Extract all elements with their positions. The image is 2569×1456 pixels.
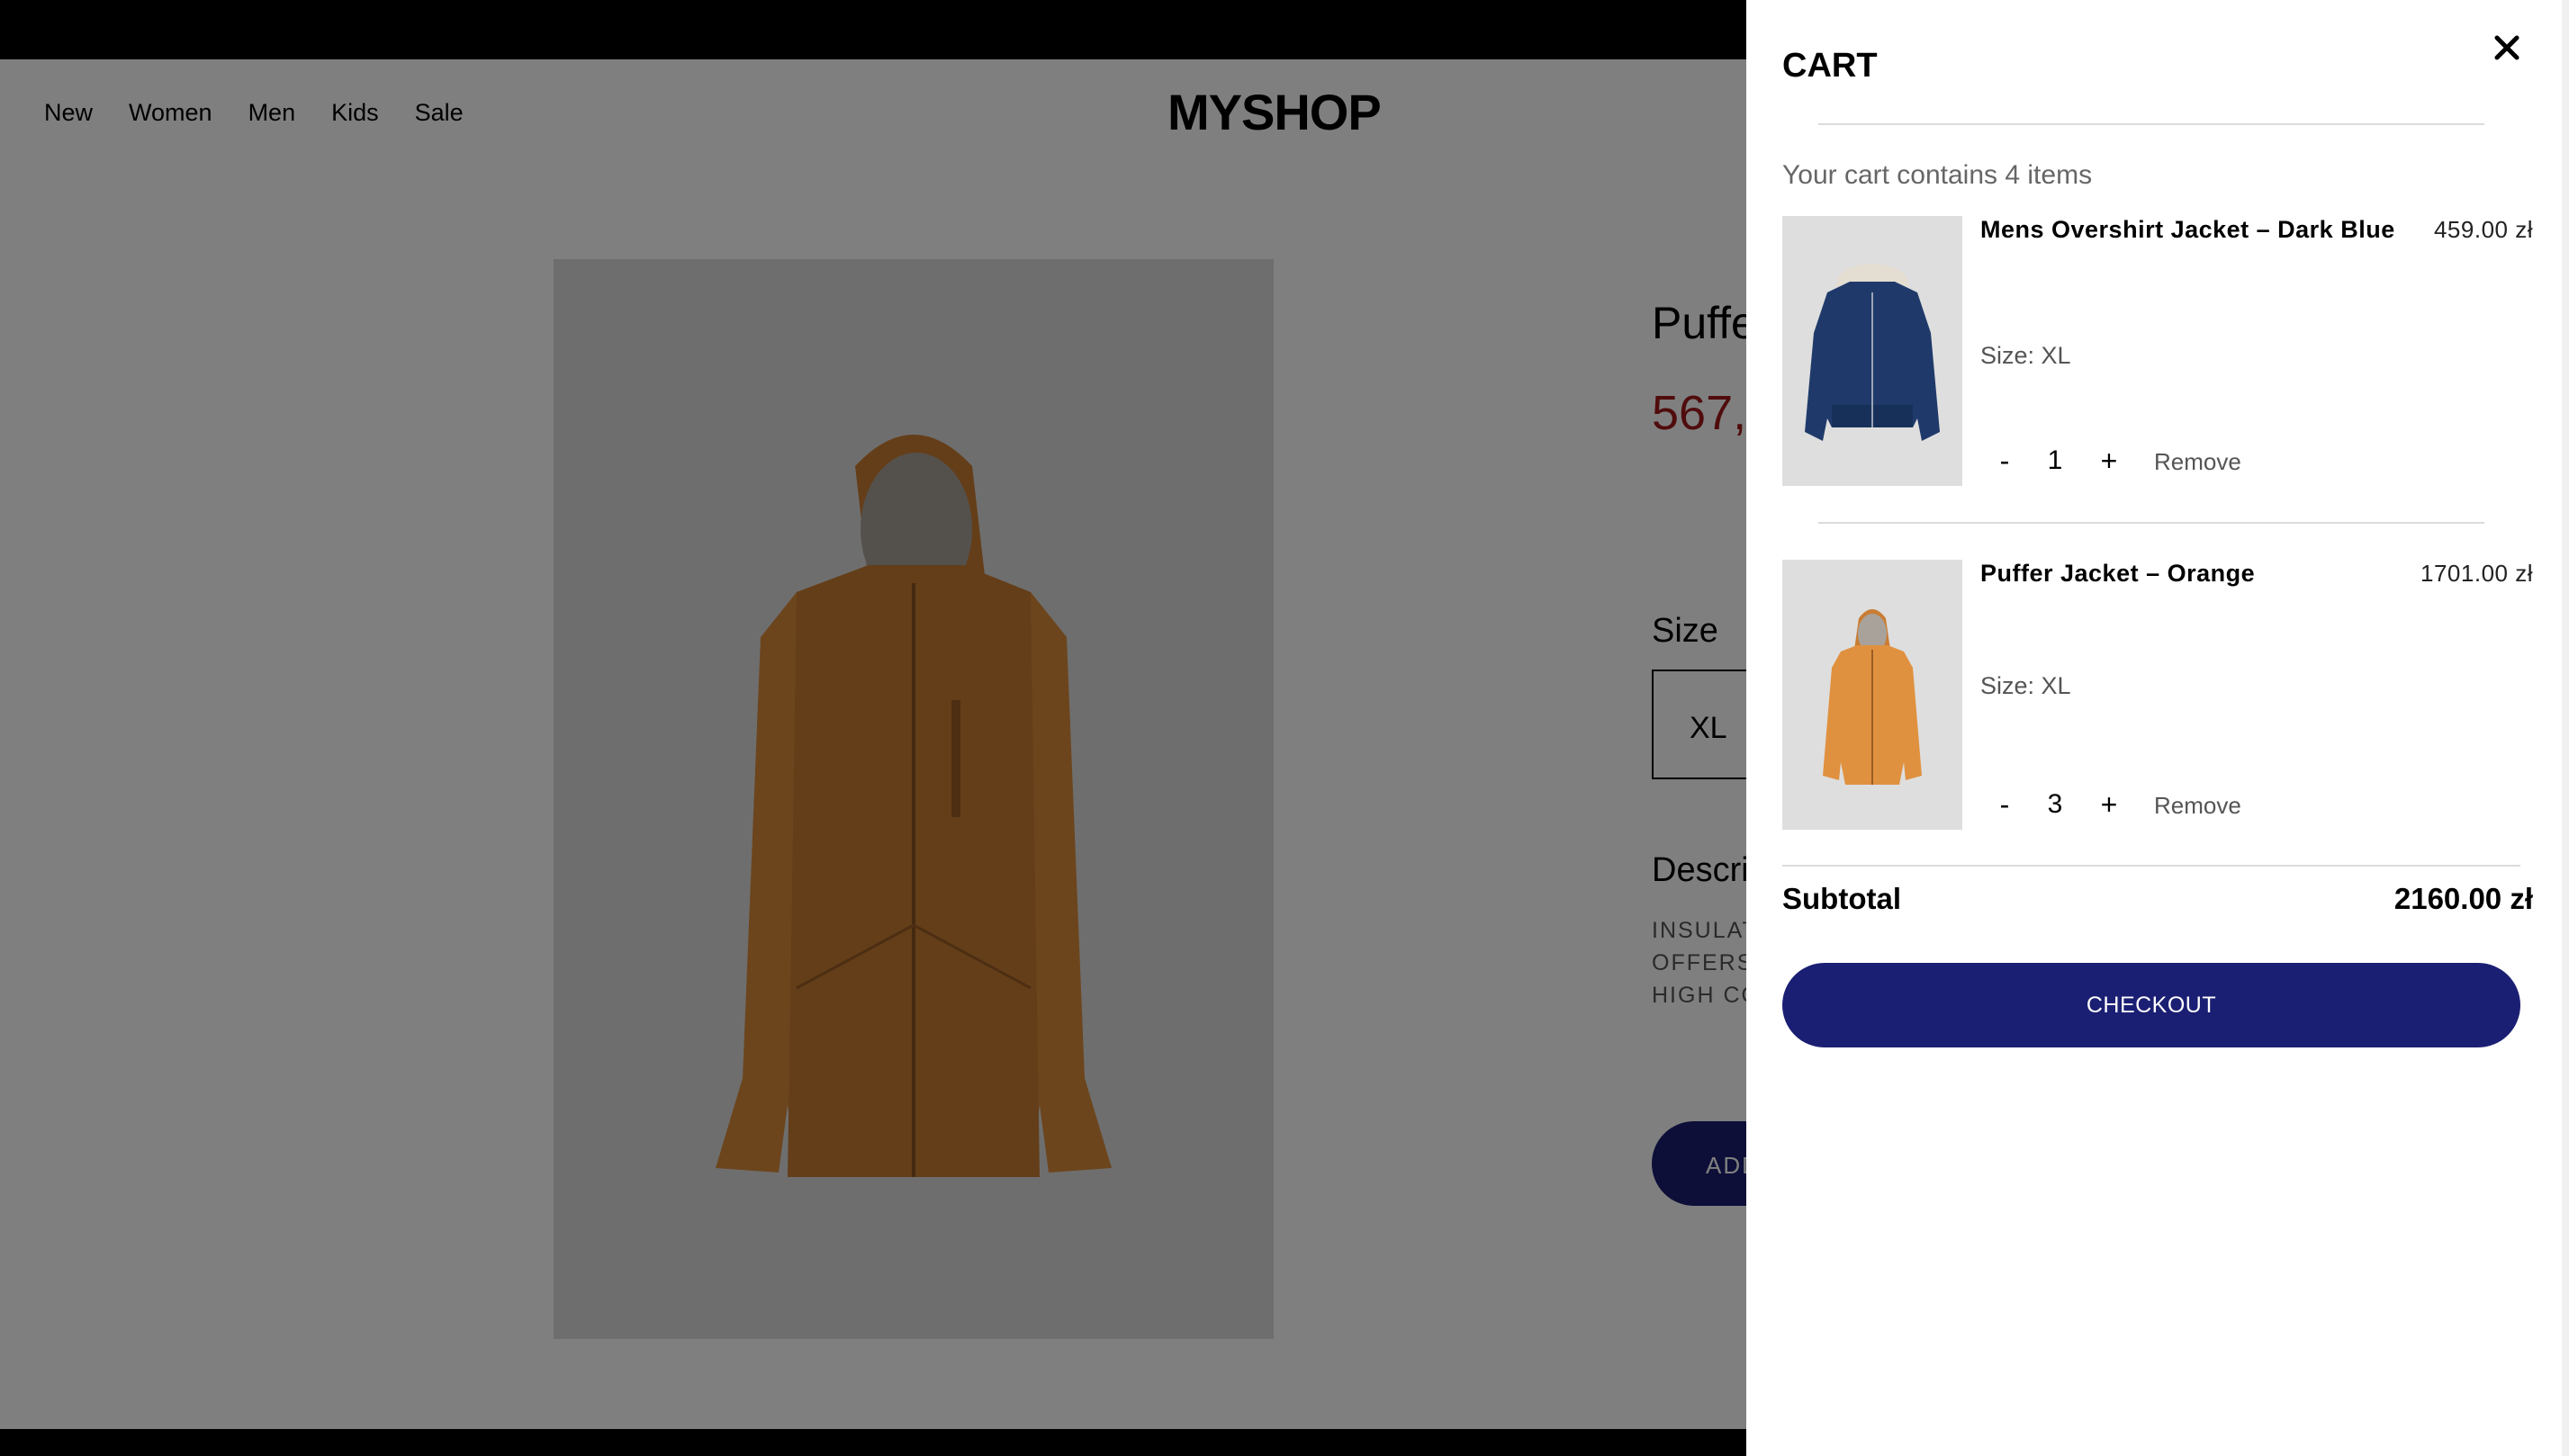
- scrollbar[interactable]: [2562, 0, 2569, 1456]
- navy-jacket-thumbnail: [1805, 264, 1940, 441]
- subtotal-label: Subtotal: [1782, 882, 1901, 915]
- cart-item-thumbnail[interactable]: [1782, 216, 1962, 486]
- close-icon[interactable]: [2486, 27, 2528, 68]
- quantity-value: 3: [2047, 789, 2063, 819]
- quantity-decrease-button[interactable]: -: [1987, 445, 2023, 478]
- cart-drawer: CART Your cart contains 4 items Mens Ove…: [1746, 0, 2569, 1456]
- cart-item-size: Size: XL: [1980, 672, 2071, 699]
- checkout-button[interactable]: CHECKOUT: [1782, 963, 2520, 1047]
- cart-item-price: 459.00 zł: [2433, 216, 2533, 243]
- quantity-increase-button[interactable]: +: [2091, 788, 2127, 822]
- cart-title: CART: [1782, 47, 1878, 85]
- cart-item-name[interactable]: Puffer Jacket – Orange: [1980, 560, 2403, 588]
- modal-overlay[interactable]: [0, 0, 1746, 1456]
- cart-item-price: 1701.00 zł: [2420, 560, 2533, 587]
- remove-item-button[interactable]: Remove: [2154, 448, 2241, 476]
- cart-item-size: Size: XL: [1980, 342, 2071, 369]
- orange-jacket-thumbnail: [1823, 609, 1922, 785]
- remove-item-button[interactable]: Remove: [2154, 792, 2241, 820]
- divider: [1782, 865, 2520, 867]
- quantity-increase-button[interactable]: +: [2091, 445, 2127, 478]
- subtotal-value: 2160.00 zł: [2393, 882, 2533, 915]
- cart-item-thumbnail[interactable]: [1782, 560, 1962, 830]
- cart-count: Your cart contains 4 items: [1782, 160, 2093, 190]
- cart-item-name[interactable]: Mens Overshirt Jacket – Dark Blue: [1980, 216, 2403, 244]
- divider: [1818, 123, 2484, 125]
- quantity-value: 1: [2047, 445, 2063, 475]
- quantity-decrease-button[interactable]: -: [1987, 788, 2023, 822]
- divider: [1818, 522, 2484, 524]
